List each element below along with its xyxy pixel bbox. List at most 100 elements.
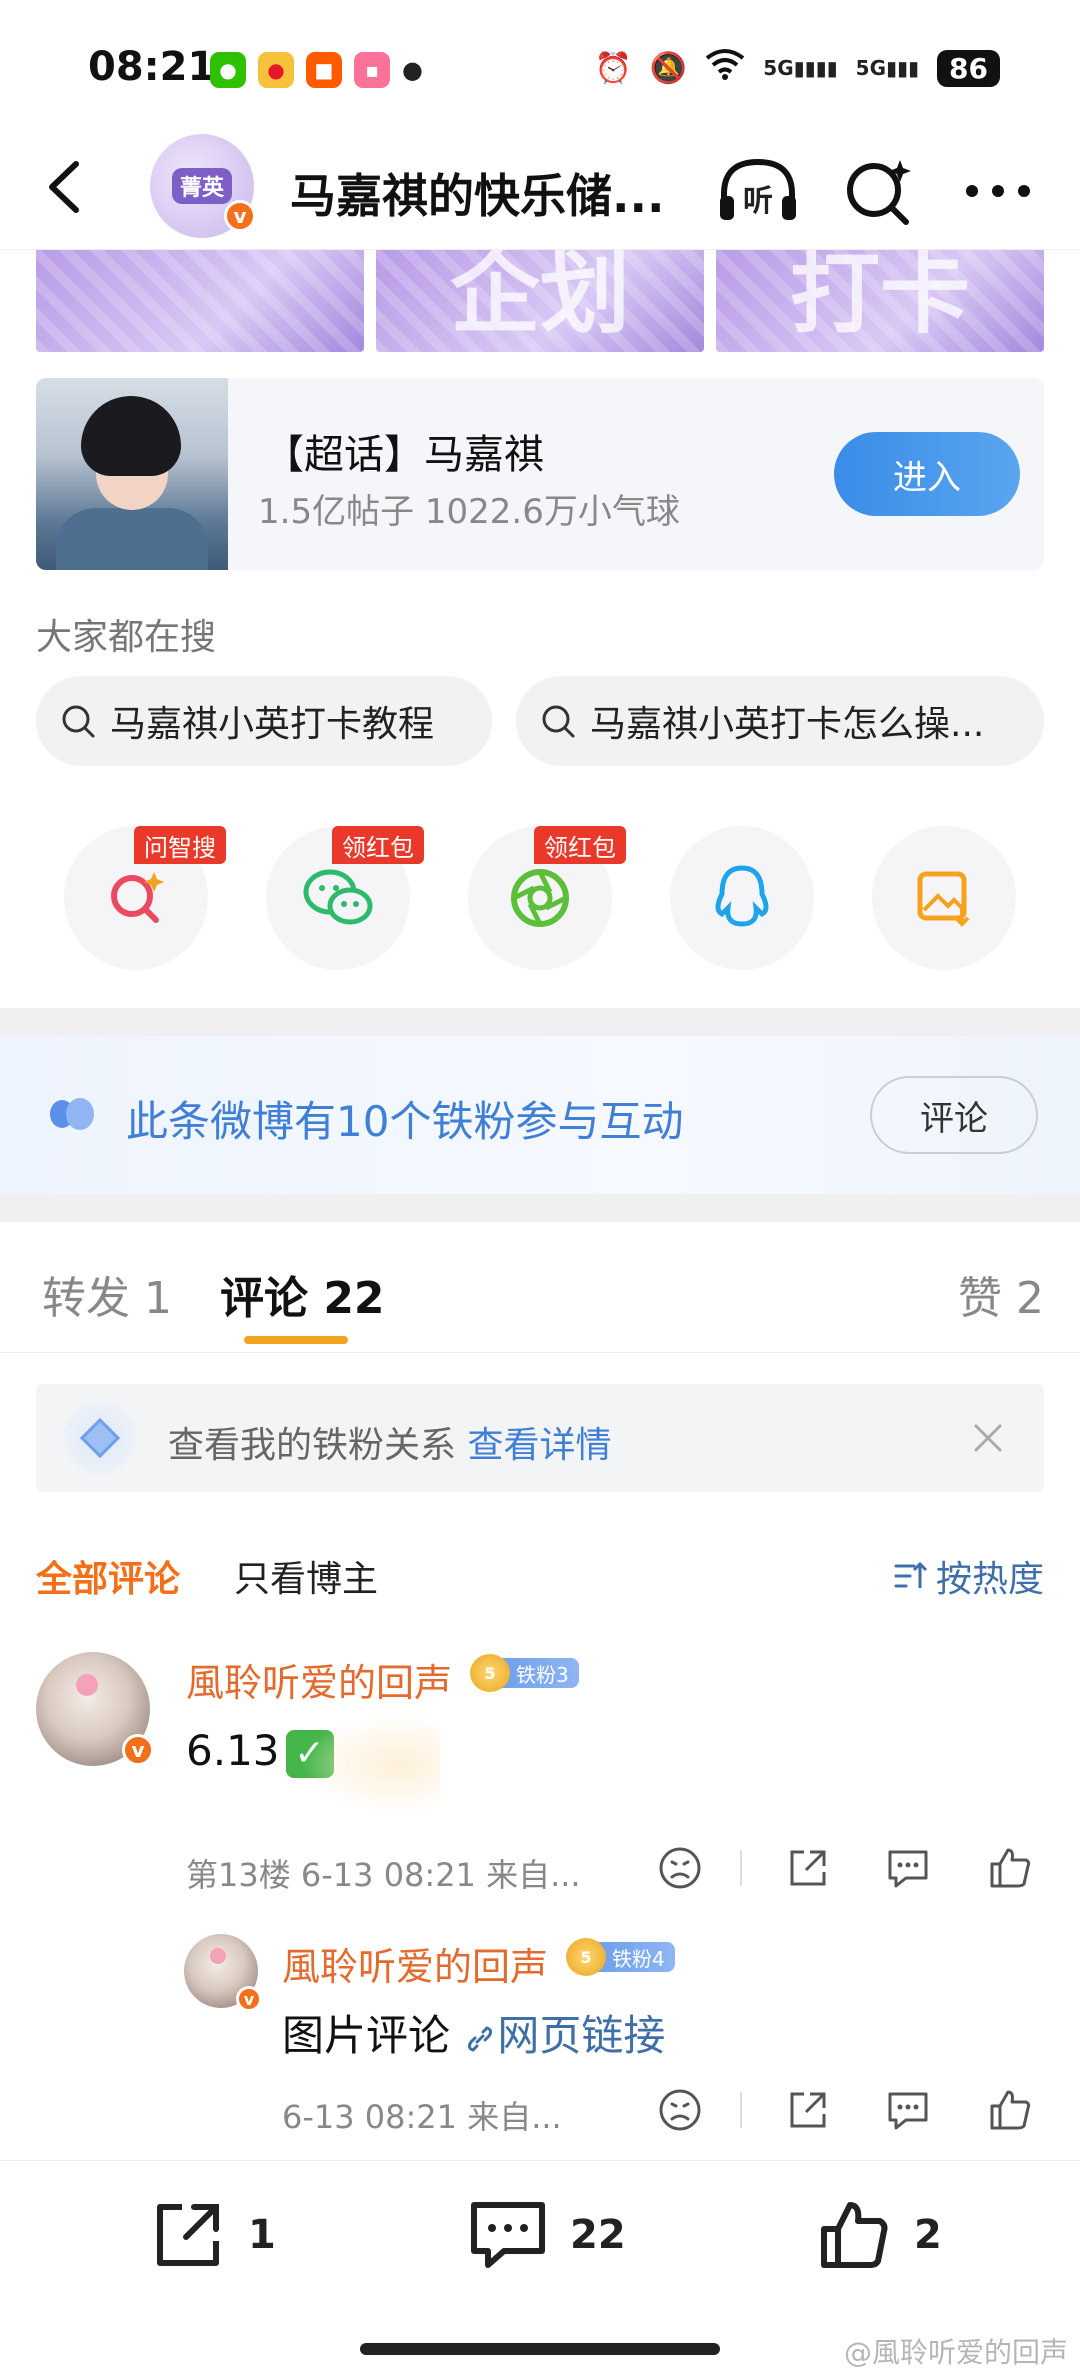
comment-username[interactable]: 風聆听爱的回声: [186, 1652, 452, 1707]
qq-icon: [715, 865, 769, 927]
bilibili-app-icon: ▪: [354, 52, 390, 88]
section-separator: [0, 1194, 1080, 1222]
action-divider: [740, 2092, 742, 2128]
like-icon[interactable]: [986, 2086, 1034, 2134]
search-icon: [542, 705, 575, 738]
ai-search-icon: [111, 872, 164, 923]
listen-button[interactable]: 听: [716, 156, 800, 226]
filter-owner-only[interactable]: 只看博主: [234, 1550, 378, 1602]
event-banner-strip[interactable]: 企划 打卡: [36, 250, 1044, 352]
search-chip-1[interactable]: 马嘉祺小英打卡教程: [36, 676, 492, 766]
sort-label: 按热度: [935, 1559, 1044, 1600]
dislike-emoji-icon[interactable]: [656, 2086, 704, 2134]
web-link[interactable]: 网页链接: [463, 2011, 665, 2060]
wechat-icon: [303, 869, 373, 925]
filter-all-comments[interactable]: 全部评论: [36, 1550, 180, 1602]
watermark: @風聆听爱的回声: [843, 2336, 1068, 2369]
reply-username[interactable]: 風聆听爱的回声: [282, 1936, 548, 1991]
reply-text: 图片评论 网页链接: [282, 2011, 666, 2060]
fan-interaction-icon: [50, 1098, 94, 1130]
banner-cell-3[interactable]: 打卡: [716, 250, 1044, 352]
search-chip-2[interactable]: 马嘉祺小英打卡怎么操...: [516, 676, 1044, 766]
supertopic-name: 【超话】马嘉祺: [264, 432, 544, 478]
enter-supertopic-button[interactable]: 进入: [834, 432, 1020, 516]
search-icon: [847, 160, 911, 225]
crown-icon: 5: [470, 1654, 510, 1692]
moments-icon: [511, 869, 569, 927]
share-tag-red-packet-2: 领红包: [534, 826, 626, 864]
top-nav: 菁英 v 马嘉祺的快乐储... 听: [0, 130, 1080, 250]
sort-icon: [894, 1561, 928, 1588]
reply-icon[interactable]: [884, 1844, 932, 1892]
chevron-left-icon: [49, 161, 79, 213]
share-tag-red-packet-1: 领红包: [332, 826, 424, 864]
repost-icon: [157, 2204, 219, 2266]
tab-repost[interactable]: 转发 1: [42, 1262, 172, 1326]
qq-share-button[interactable]: [670, 826, 814, 970]
section-separator: [0, 1008, 1080, 1036]
battery-indicator: 86: [937, 49, 1000, 87]
like-icon[interactable]: [986, 1844, 1034, 1892]
status-time: 08:21: [88, 44, 216, 90]
search-icon: [62, 705, 95, 738]
signal-icon-1: 5G▮▮▮▮: [763, 56, 838, 80]
account-avatar[interactable]: 菁英 v: [150, 134, 256, 238]
fan-relation-bar[interactable]: 查看我的铁粉关系 查看详情: [36, 1384, 1044, 1492]
status-app-icons: ● ● ■ ▪ ●: [210, 52, 423, 88]
supertopic-photo: [36, 378, 228, 570]
fan-relation-link[interactable]: 查看详情: [467, 1425, 611, 1466]
signal-icon-2: 5G▮▮▮: [855, 56, 920, 80]
verified-icon: v: [224, 200, 256, 232]
avatar[interactable]: v: [184, 1934, 262, 2012]
search-button[interactable]: [836, 156, 920, 226]
comment-button[interactable]: 22: [468, 2197, 626, 2273]
share-icon[interactable]: [784, 2086, 832, 2134]
repost-count: 1: [248, 2212, 276, 2258]
banner-cell-2[interactable]: 企划: [376, 250, 704, 352]
link-icon: [468, 2025, 493, 2052]
taobao-app-icon: ■: [306, 52, 342, 88]
tab-likes[interactable]: 赞 2: [958, 1262, 1044, 1326]
action-divider: [740, 1850, 742, 1886]
mute-icon: 🔕: [649, 50, 688, 86]
fan-comment-button[interactable]: 评论: [870, 1076, 1038, 1154]
iron-fan-text: 此条微博有10个铁粉参与互动: [126, 1097, 684, 1146]
diamond-icon: [64, 1402, 136, 1474]
reply-icon[interactable]: [884, 2086, 932, 2134]
more-options-button[interactable]: [956, 156, 1040, 226]
tab-comments[interactable]: 评论 22: [220, 1262, 385, 1326]
crown-icon: 5: [566, 1938, 606, 1976]
dislike-emoji-icon[interactable]: [656, 1844, 704, 1892]
alarm-icon: ⏰: [594, 50, 632, 86]
comment-meta: 第13楼 6-13 08:21 来自...: [186, 1856, 581, 1894]
save-image-button[interactable]: [872, 826, 1016, 970]
iron-fan-badge: 5 铁粉4: [566, 1938, 675, 1976]
elite-badge: 菁英: [171, 168, 232, 204]
save-image-icon: [917, 871, 970, 927]
iron-fan-badge: 5 铁粉3: [470, 1654, 579, 1692]
weibo-app-icon: ●: [258, 52, 294, 88]
home-indicator[interactable]: [360, 2343, 720, 2355]
close-icon[interactable]: [968, 1418, 1008, 1458]
listen-label: 听: [743, 184, 773, 219]
avatar[interactable]: v: [36, 1652, 154, 1766]
like-count: 2: [914, 2212, 942, 2258]
reply-meta: 6-13 08:21 来自...: [282, 2098, 562, 2136]
supertopic-card[interactable]: 【超话】马嘉祺 1.5亿帖子 1022.6万小气球 进入: [36, 378, 1044, 570]
repost-button[interactable]: 1: [150, 2197, 276, 2273]
search-chip-label: 马嘉祺小英打卡怎么操...: [590, 704, 985, 745]
like-button[interactable]: 2: [816, 2197, 942, 2273]
bottom-action-bar: 1 22 2 @風聆听爱的回声: [0, 2160, 1080, 2373]
status-bar: 08:21 ● ● ■ ▪ ● ⏰ 🔕 5G▮▮▮▮ 5G▮▮▮ 86: [0, 0, 1080, 130]
active-tab-indicator: [244, 1336, 348, 1344]
more-notifications-dot: ●: [402, 56, 423, 84]
search-chip-label: 马嘉祺小英打卡教程: [110, 704, 435, 745]
banner-cell-1[interactable]: [36, 250, 364, 352]
thumbs-up-icon: [821, 2202, 888, 2268]
sort-by-hot-button[interactable]: 按热度: [892, 1550, 1044, 1602]
verified-icon: v: [122, 1734, 154, 1766]
iron-fan-banner: 此条微博有10个铁粉参与互动 评论: [0, 1036, 1080, 1194]
share-icon[interactable]: [784, 1844, 832, 1892]
fan-relation-text: 查看我的铁粉关系 查看详情: [168, 1425, 612, 1466]
back-button[interactable]: [36, 152, 106, 222]
